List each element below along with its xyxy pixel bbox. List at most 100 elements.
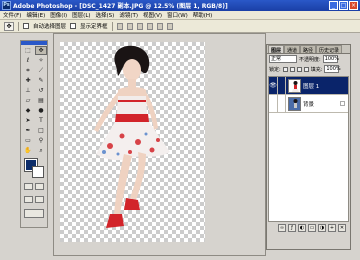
auto-select-layer-checkbox[interactable] — [23, 23, 29, 29]
toolbox: ⬚ ✥ ℓ ✧ ⌗ ⟋ ✚ ✎ ⊥ ↺ ▱ ▤ ◆ ● ➤ T ✒ □ ▭ ⚲ … — [20, 40, 48, 228]
move-tool-preset-icon[interactable]: ✥ — [4, 21, 14, 31]
path-selection-tool-icon[interactable]: ➤ — [22, 116, 34, 125]
menu-image[interactable]: 图像(I) — [50, 11, 67, 19]
separator — [111, 21, 113, 31]
tab-paths[interactable]: 路径 — [300, 45, 317, 54]
blur-tool-icon[interactable]: ◆ — [22, 106, 34, 115]
layer-link-icon[interactable] — [278, 94, 286, 113]
screen-mode-buttons — [21, 193, 47, 206]
align-top-icon[interactable] — [116, 22, 123, 30]
menu-layer[interactable]: 图层(L) — [72, 11, 90, 19]
layer-row[interactable]: 背景 — [269, 94, 348, 113]
canvas[interactable] — [60, 42, 205, 242]
history-brush-tool-icon[interactable]: ↺ — [35, 86, 47, 95]
eraser-tool-icon[interactable]: ▱ — [22, 96, 34, 105]
new-layer-icon[interactable]: + — [328, 224, 336, 232]
opacity-field[interactable]: 100% — [322, 55, 339, 63]
fill-label: 填充: — [310, 66, 323, 73]
layer-action-buttons: ∞ ƒ ◐ ▭ ◑ + ✕ — [267, 222, 350, 234]
lock-label: 锁定: — [269, 66, 281, 73]
full-screen-menu-button[interactable] — [35, 196, 44, 203]
link-layers-icon[interactable]: ∞ — [278, 224, 286, 232]
layers-palette: 图层 通道 路径 历史记录 正常 不透明度: 100% 锁定: 填充: 100%… — [266, 44, 351, 250]
fill-field[interactable]: 100% — [324, 65, 341, 73]
photo-subject — [94, 45, 170, 228]
new-group-icon[interactable]: ▭ — [308, 224, 316, 232]
lasso-tool-icon[interactable]: ℓ — [22, 56, 34, 65]
layer-thumbnail — [288, 96, 301, 111]
pen-tool-icon[interactable]: ✒ — [22, 126, 34, 135]
brush-tool-icon[interactable]: ✎ — [35, 76, 47, 85]
tab-layers[interactable]: 图层 — [268, 45, 285, 54]
edit-mode-buttons — [21, 180, 47, 193]
align-bottom-icon[interactable] — [136, 22, 143, 30]
layer-name[interactable]: 图层 1 — [303, 82, 319, 90]
standard-screen-button[interactable] — [24, 196, 33, 203]
menu-help[interactable]: 帮助(H) — [193, 11, 212, 19]
layer-name[interactable]: 背景 — [303, 100, 314, 108]
close-button[interactable]: × — [349, 1, 358, 10]
align-right-icon[interactable] — [166, 22, 173, 30]
lock-position-icon[interactable] — [296, 66, 302, 72]
layer-link-icon[interactable] — [278, 76, 286, 95]
photoshop-app-icon: Ps — [2, 1, 11, 10]
lock-all-icon[interactable] — [303, 66, 309, 72]
menu-view[interactable]: 视图(V) — [143, 11, 162, 19]
menu-file[interactable]: 文件(F) — [3, 11, 21, 19]
layer-style-icon[interactable]: ƒ — [288, 224, 296, 232]
zoom-tool-icon[interactable]: ⌕ — [35, 146, 47, 155]
window-controls: _ □ × — [329, 1, 358, 10]
minimize-button[interactable]: _ — [329, 1, 338, 10]
background-lock-icon — [340, 101, 345, 106]
eyedropper-tool-icon[interactable]: ⚲ — [35, 136, 47, 145]
magic-wand-tool-icon[interactable]: ✧ — [35, 56, 47, 65]
tool-grid: ⬚ ✥ ℓ ✧ ⌗ ⟋ ✚ ✎ ⊥ ↺ ▱ ▤ ◆ ● ➤ T ✒ □ ▭ ⚲ … — [21, 45, 47, 155]
layer-mask-icon[interactable]: ◐ — [298, 224, 306, 232]
clone-stamp-tool-icon[interactable]: ⊥ — [22, 86, 34, 95]
show-bounding-box-label: 显示定界框 — [80, 24, 108, 30]
gradient-tool-icon[interactable]: ▤ — [35, 96, 47, 105]
tab-channels[interactable]: 通道 — [284, 45, 301, 54]
visibility-eye-icon[interactable]: 👁 — [269, 76, 278, 95]
type-tool-icon[interactable]: T — [35, 116, 47, 125]
options-bar: ✥ 自动选择图层 显示定界框 — [0, 20, 360, 33]
menu-filter[interactable]: 滤镜(T) — [119, 11, 138, 19]
tab-history[interactable]: 历史记录 — [316, 45, 343, 54]
maximize-button[interactable]: □ — [339, 1, 348, 10]
healing-brush-tool-icon[interactable]: ✚ — [22, 76, 34, 85]
align-middle-icon[interactable] — [126, 22, 133, 30]
delete-layer-icon[interactable]: ✕ — [338, 224, 346, 232]
jump-to-imageready-button[interactable] — [24, 209, 44, 218]
blend-opacity-row: 正常 不透明度: 100% — [267, 54, 350, 64]
layer-thumbnail-image — [293, 98, 298, 108]
menu-edit[interactable]: 编辑(E) — [26, 11, 45, 19]
title-bar: Ps Adobe Photoshop - [DSC_1427 副本.JPG @ … — [0, 0, 360, 11]
show-bounding-box-checkbox[interactable] — [70, 23, 77, 29]
align-left-icon[interactable] — [146, 22, 153, 30]
blend-mode-select[interactable]: 正常 — [269, 55, 297, 63]
dodge-tool-icon[interactable]: ● — [35, 106, 47, 115]
shape-tool-icon[interactable]: □ — [35, 126, 47, 135]
visibility-eye-icon[interactable] — [269, 94, 278, 113]
lock-transparency-icon[interactable] — [282, 66, 288, 72]
auto-select-layer-label: 自动选择图层 — [33, 24, 67, 30]
marquee-tool-icon[interactable]: ⬚ — [22, 46, 34, 55]
window-title: Adobe Photoshop - [DSC_1427 副本.JPG @ 12.… — [13, 3, 228, 10]
menu-window[interactable]: 窗口(W) — [167, 11, 188, 19]
hand-tool-icon[interactable]: ✋ — [22, 146, 34, 155]
background-color-swatch[interactable] — [32, 166, 44, 178]
notes-tool-icon[interactable]: ▭ — [22, 136, 34, 145]
layer-row[interactable]: 👁 图层 1 — [269, 76, 348, 95]
menu-select[interactable]: 选择(S) — [96, 11, 115, 19]
standard-mode-button[interactable] — [24, 183, 33, 190]
menu-bar: 文件(F) 编辑(E) 图像(I) 图层(L) 选择(S) 滤镜(T) 视图(V… — [0, 11, 360, 20]
slice-tool-icon[interactable]: ⟋ — [35, 66, 47, 75]
quick-mask-mode-button[interactable] — [35, 183, 44, 190]
move-tool-icon[interactable]: ✥ — [35, 46, 47, 55]
crop-tool-icon[interactable]: ⌗ — [22, 66, 34, 75]
separator — [18, 21, 19, 31]
lock-image-icon[interactable] — [289, 66, 295, 72]
adjustment-layer-icon[interactable]: ◑ — [318, 224, 326, 232]
align-center-icon[interactable] — [156, 22, 163, 30]
layer-thumbnail — [288, 78, 301, 93]
